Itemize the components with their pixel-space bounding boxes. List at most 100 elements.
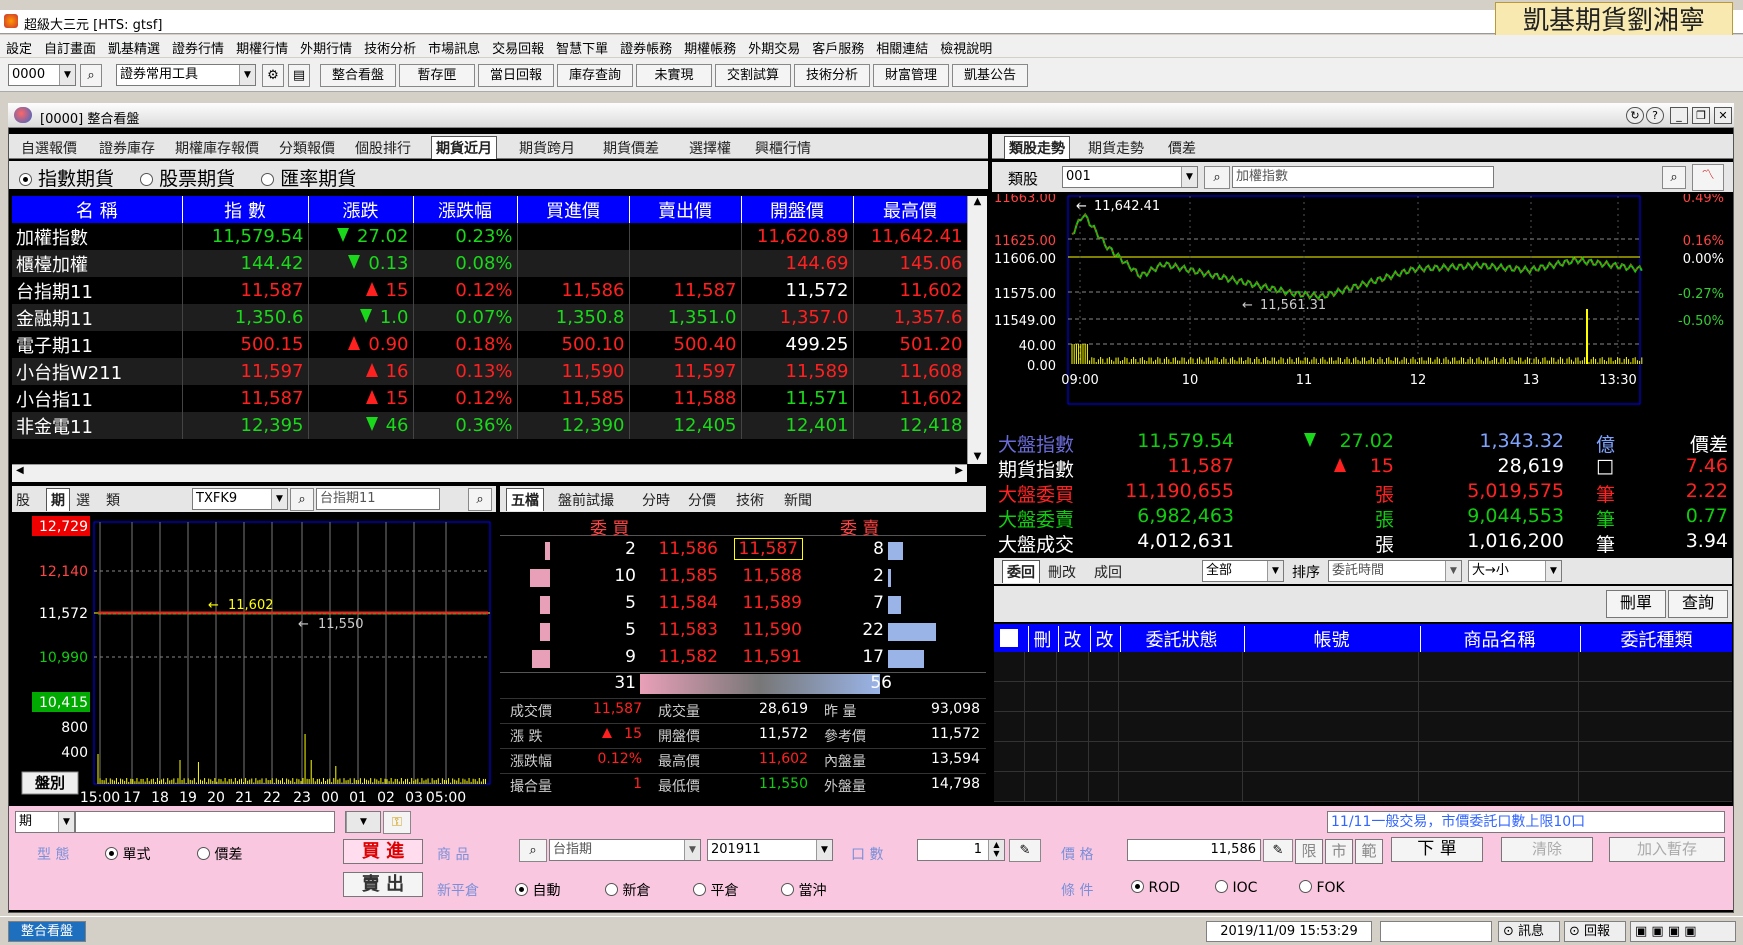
scroll-up-icon[interactable]: ▲: [968, 196, 987, 207]
toolbar-button-1[interactable]: 暫存匣: [399, 64, 475, 87]
tab-main-3[interactable]: 分類報價: [279, 138, 335, 158]
chart-tab-2[interactable]: 選: [76, 490, 90, 510]
depth-tab-4[interactable]: 技術: [736, 490, 764, 510]
tab-right-1[interactable]: 期貨走勢: [1088, 138, 1144, 158]
menu-item-5[interactable]: 外期行情: [294, 35, 358, 60]
buy-button[interactable]: 買 進: [343, 839, 423, 864]
clear-button[interactable]: 清除: [1501, 837, 1593, 862]
quote-scrollbar[interactable]: ▲ ▼: [967, 196, 987, 464]
price-tool-icon[interactable]: ✎: [1263, 839, 1293, 862]
chevron-down-icon[interactable]: ▼: [58, 812, 74, 832]
query-button[interactable]: 查詢: [1668, 590, 1728, 618]
restore-icon[interactable]: ❐: [1692, 107, 1710, 124]
sell-price[interactable]: 11,589: [743, 593, 802, 613]
calc-icon[interactable]: ✎: [1009, 839, 1041, 862]
search-icon[interactable]: ⌕: [519, 839, 547, 862]
tab-main-6[interactable]: 期貨跨月: [519, 138, 575, 158]
radio-icon[interactable]: [515, 883, 528, 896]
menu-item-7[interactable]: 市場訊息: [422, 35, 486, 60]
radio-close[interactable]: 平倉: [693, 880, 738, 900]
toolbar-button-7[interactable]: 財富管理: [873, 64, 949, 87]
menu-item-3[interactable]: 證券行情: [166, 35, 230, 60]
orders-col-4[interactable]: 帳號: [1244, 626, 1418, 652]
radio-icon[interactable]: [197, 847, 210, 860]
toolbar-button-3[interactable]: 庫存查詢: [557, 64, 633, 87]
toolbar-button-8[interactable]: 凱基公告: [952, 64, 1028, 87]
sell-price[interactable]: 11,591: [743, 647, 802, 667]
zoom-icon[interactable]: ⌕: [468, 488, 492, 511]
chart-icon[interactable]: 〽: [1692, 164, 1724, 191]
search-icon[interactable]: ⌕: [290, 488, 314, 511]
quote-header-7[interactable]: 最高價: [853, 196, 967, 223]
radio-icon[interactable]: [261, 173, 275, 186]
search-icon[interactable]: ⌕: [1204, 166, 1230, 189]
sort-combo[interactable]: 委託時間 ▼: [1328, 560, 1462, 582]
spin-icon[interactable]: ▲ ▼: [988, 840, 1004, 860]
product-search-input[interactable]: [75, 811, 335, 833]
radio-icon[interactable]: [1215, 880, 1228, 893]
orders-col-0[interactable]: 刪: [1028, 626, 1056, 652]
toolbar-button-2[interactable]: 當日回報: [478, 64, 554, 87]
radio-spread[interactable]: 價差: [197, 844, 242, 864]
orders-tab-0[interactable]: 委回: [1002, 560, 1040, 583]
chart-name-field[interactable]: 台指期11: [316, 488, 440, 510]
chart-tab-1[interactable]: 期: [46, 488, 70, 511]
table-row[interactable]: 台指期11 11,587 15 0.12% 11,586 11,587 11,572 11,6…: [12, 277, 967, 304]
order-combo[interactable]: 大→小 ▼: [1468, 560, 1562, 582]
orders-col-1[interactable]: 改: [1058, 626, 1086, 652]
buy-price[interactable]: 11,582: [659, 647, 718, 667]
table-row[interactable]: 小台指W211 11,597 16 0.13% 11,590 11,597 11,589 11…: [12, 358, 967, 385]
sector-code-combo[interactable]: 001 ▼: [1062, 166, 1198, 188]
orders-col-3[interactable]: 委託狀態: [1120, 626, 1242, 652]
chart-tab-3[interactable]: 類: [106, 490, 120, 510]
menu-item-12[interactable]: 外期交易: [742, 35, 806, 60]
limit-button[interactable]: 限: [1295, 839, 1323, 864]
quote-header-3[interactable]: 漲跌幅: [413, 196, 518, 223]
toolbar-button-5[interactable]: 交割試算: [715, 64, 791, 87]
stash-button[interactable]: 加入暫存: [1609, 837, 1725, 862]
depth-tab-2[interactable]: 分時: [642, 490, 670, 510]
menu-item-6[interactable]: 技術分析: [358, 35, 422, 60]
scroll-right-icon[interactable]: ▶: [955, 465, 963, 476]
radio-icon[interactable]: [605, 883, 618, 896]
radio-fx[interactable]: 匯率期貨: [261, 168, 356, 190]
quote-header-0[interactable]: 名 稱: [12, 196, 183, 223]
sector-name-field[interactable]: 加權指數: [1232, 166, 1494, 188]
quote-header-1[interactable]: 指 數: [182, 196, 309, 223]
table-row[interactable]: 電子期11 500.15 0.90 0.18% 500.10 500.40 499.25 50…: [12, 331, 967, 358]
quote-header-5[interactable]: 賣出價: [629, 196, 742, 223]
tab-right-0[interactable]: 類股走勢: [1004, 136, 1070, 159]
tray-icons[interactable]: ▣ ▣ ▣ ▣: [1630, 921, 1736, 942]
radio-icon[interactable]: [693, 883, 706, 896]
product-dropdown[interactable]: ▼: [345, 811, 381, 833]
sell-price[interactable]: 11,590: [743, 620, 802, 640]
toolbar-button-0[interactable]: 整合看盤: [320, 64, 396, 87]
quote-header-2[interactable]: 漲跌: [308, 196, 414, 223]
help-icon[interactable]: ?: [1646, 107, 1664, 124]
radio-icon[interactable]: [105, 847, 118, 860]
table-row[interactable]: 加權指數 11,579.54 27.02 0.23% 11,620.89 11,642.4…: [12, 223, 967, 250]
orders-tab-1[interactable]: 刪改: [1048, 562, 1076, 582]
menu-item-14[interactable]: 相關連結: [870, 35, 934, 60]
scroll-down-icon[interactable]: ▼: [968, 451, 987, 462]
buy-price[interactable]: 11,585: [659, 566, 718, 586]
orders-tab-2[interactable]: 成回: [1094, 562, 1122, 582]
qty-stepper[interactable]: 1 ▲ ▼: [917, 839, 1005, 861]
message-button[interactable]: ⊙ 訊息: [1498, 921, 1560, 942]
radio-daytrade[interactable]: 當沖: [781, 880, 826, 900]
radio-icon[interactable]: [781, 883, 794, 896]
scroll-left-icon[interactable]: ◀: [16, 465, 24, 476]
radio-icon[interactable]: [1299, 880, 1312, 893]
radio-new[interactable]: 新倉: [605, 880, 650, 900]
window-icon[interactable]: ▤: [288, 64, 310, 87]
sell-button[interactable]: 賣 出: [343, 872, 423, 897]
radio-icon[interactable]: [1131, 880, 1144, 893]
depth-tab-5[interactable]: 新聞: [784, 490, 812, 510]
buy-price[interactable]: 11,583: [659, 620, 718, 640]
quote-header-6[interactable]: 開盤價: [741, 196, 854, 223]
menu-item-11[interactable]: 期權帳務: [678, 35, 742, 60]
chevron-down-icon[interactable]: ▼: [1181, 167, 1197, 187]
range-button[interactable]: 範: [1355, 839, 1383, 864]
menu-item-0[interactable]: 設定: [0, 35, 38, 60]
menu-item-15[interactable]: 檢視說明: [934, 35, 998, 60]
